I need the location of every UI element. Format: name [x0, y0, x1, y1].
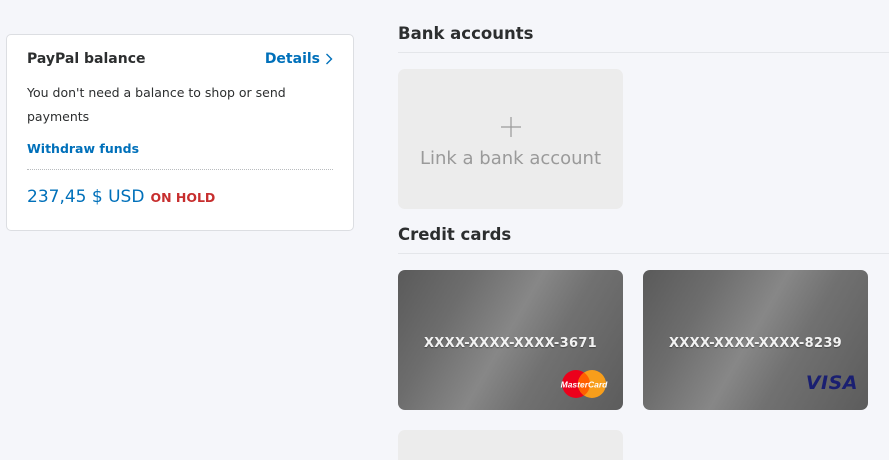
bank-accounts-heading: Bank accounts: [398, 24, 534, 43]
bank-accounts-divider: [398, 52, 889, 53]
credit-cards-heading: Credit cards: [398, 225, 512, 244]
details-link[interactable]: Details: [265, 51, 333, 67]
mastercard-logo-icon: MasterCard: [560, 369, 608, 399]
visa-logo-icon: VISA: [805, 372, 858, 394]
credit-card-visa[interactable]: XXXX-XXXX-XXXX-8239 VISA: [643, 270, 868, 410]
paypal-balance-card: PayPal balance Details You don't need a …: [6, 34, 354, 231]
details-label: Details: [264, 51, 320, 67]
card-number: XXXX-XXXX-XXXX-3671: [423, 336, 598, 351]
plus-icon: [501, 117, 521, 137]
credit-card-mastercard[interactable]: XXXX-XXXX-XXXX-3671 MasterCard: [398, 270, 623, 410]
withdraw-funds-link[interactable]: Withdraw funds: [27, 141, 139, 156]
balance-description: You don't need a balance to shop or send…: [27, 85, 286, 124]
card-number: XXXX-XXXX-XXXX-8239: [668, 336, 843, 351]
balance-amount: 237,45 $ USD: [27, 187, 145, 207]
balance-amount-row: 237,45 $ USD ON HOLD: [27, 187, 215, 207]
balance-divider: [27, 169, 333, 170]
chevron-right-icon: [325, 53, 333, 65]
mastercard-logo-text: MasterCard: [561, 380, 608, 390]
balance-title: PayPal balance: [27, 51, 146, 67]
link-bank-account-label: Link a bank account: [419, 148, 602, 169]
credit-cards-divider: [398, 253, 889, 254]
link-bank-account-button[interactable]: Link a bank account: [398, 69, 623, 209]
additional-card-partial[interactable]: [398, 430, 623, 460]
on-hold-badge: ON HOLD: [150, 190, 216, 205]
